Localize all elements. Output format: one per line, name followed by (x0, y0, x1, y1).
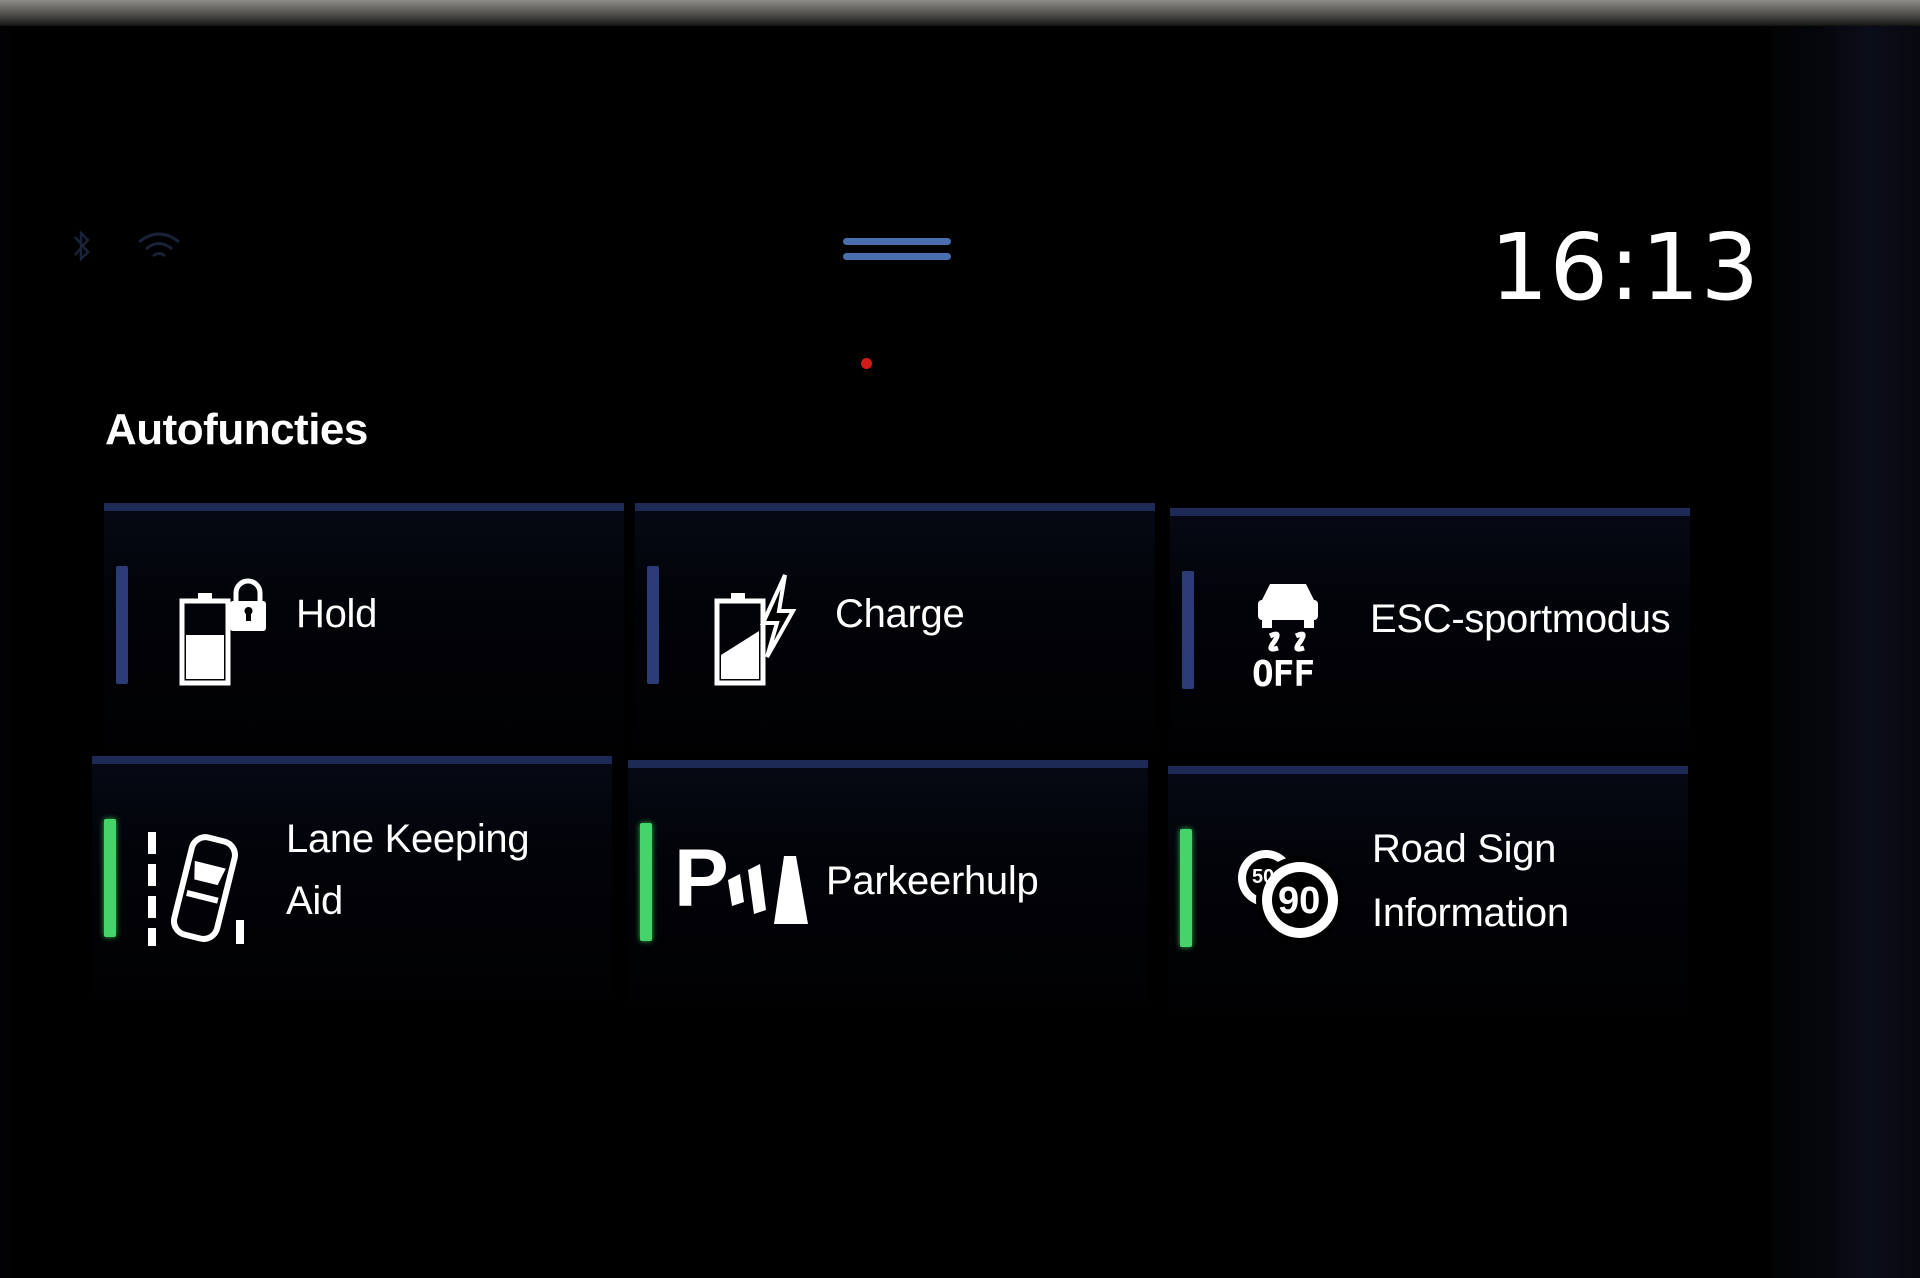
drag-handle-icon[interactable] (843, 238, 951, 268)
status-indicator (104, 819, 116, 937)
battery-charge-icon (713, 571, 803, 696)
tile-label-line1: Road Sign (1372, 827, 1557, 871)
tile-road-sign-information[interactable]: 50 90 Road Sign Information (1168, 766, 1688, 1009)
tile-label-line2: Information (1372, 891, 1569, 935)
lane-keeping-icon (142, 830, 252, 953)
clock: 16:13 (1490, 214, 1761, 321)
tile-label: Charge (835, 592, 965, 636)
tile-lane-keeping-aid[interactable]: Lane Keeping Aid (92, 756, 612, 999)
tile-label-line2: Aid (286, 879, 343, 923)
status-indicator (1180, 829, 1192, 947)
wifi-icon (134, 228, 184, 264)
status-icons (70, 228, 184, 264)
tile-parkeerhulp[interactable]: P Parkeerhulp (628, 760, 1148, 1003)
display-bezel-top (0, 0, 1920, 26)
road-sign-front-text: 90 (1278, 880, 1321, 922)
status-indicator (640, 823, 652, 941)
tile-label-line1: Lane Keeping (286, 817, 530, 861)
status-indicator (647, 566, 659, 684)
tile-esc-sportmodus[interactable]: OFF ESC-sportmodus (1170, 508, 1690, 751)
recording-indicator-dot (861, 358, 872, 369)
road-sign-back-text: 50 (1252, 866, 1275, 888)
tile-charge[interactable]: Charge (635, 503, 1155, 746)
tile-label: Parkeerhulp (826, 859, 1039, 903)
tile-label: ESC-sportmodus (1370, 597, 1671, 641)
page-title: Autofuncties (105, 405, 368, 454)
esc-off-icon: OFF (1248, 574, 1338, 701)
status-indicator (116, 566, 128, 684)
tile-label: Hold (296, 592, 378, 636)
battery-lock-icon (176, 571, 286, 696)
status-indicator (1182, 571, 1194, 689)
tile-hold[interactable]: Hold (104, 503, 624, 746)
photo-frame: 16:13 Autofuncties Hold Charge OFF ESC-s… (0, 0, 1920, 1278)
bluetooth-icon (70, 228, 94, 264)
display-bezel-right (1750, 26, 1920, 1278)
esc-off-text: OFF (1252, 654, 1315, 695)
